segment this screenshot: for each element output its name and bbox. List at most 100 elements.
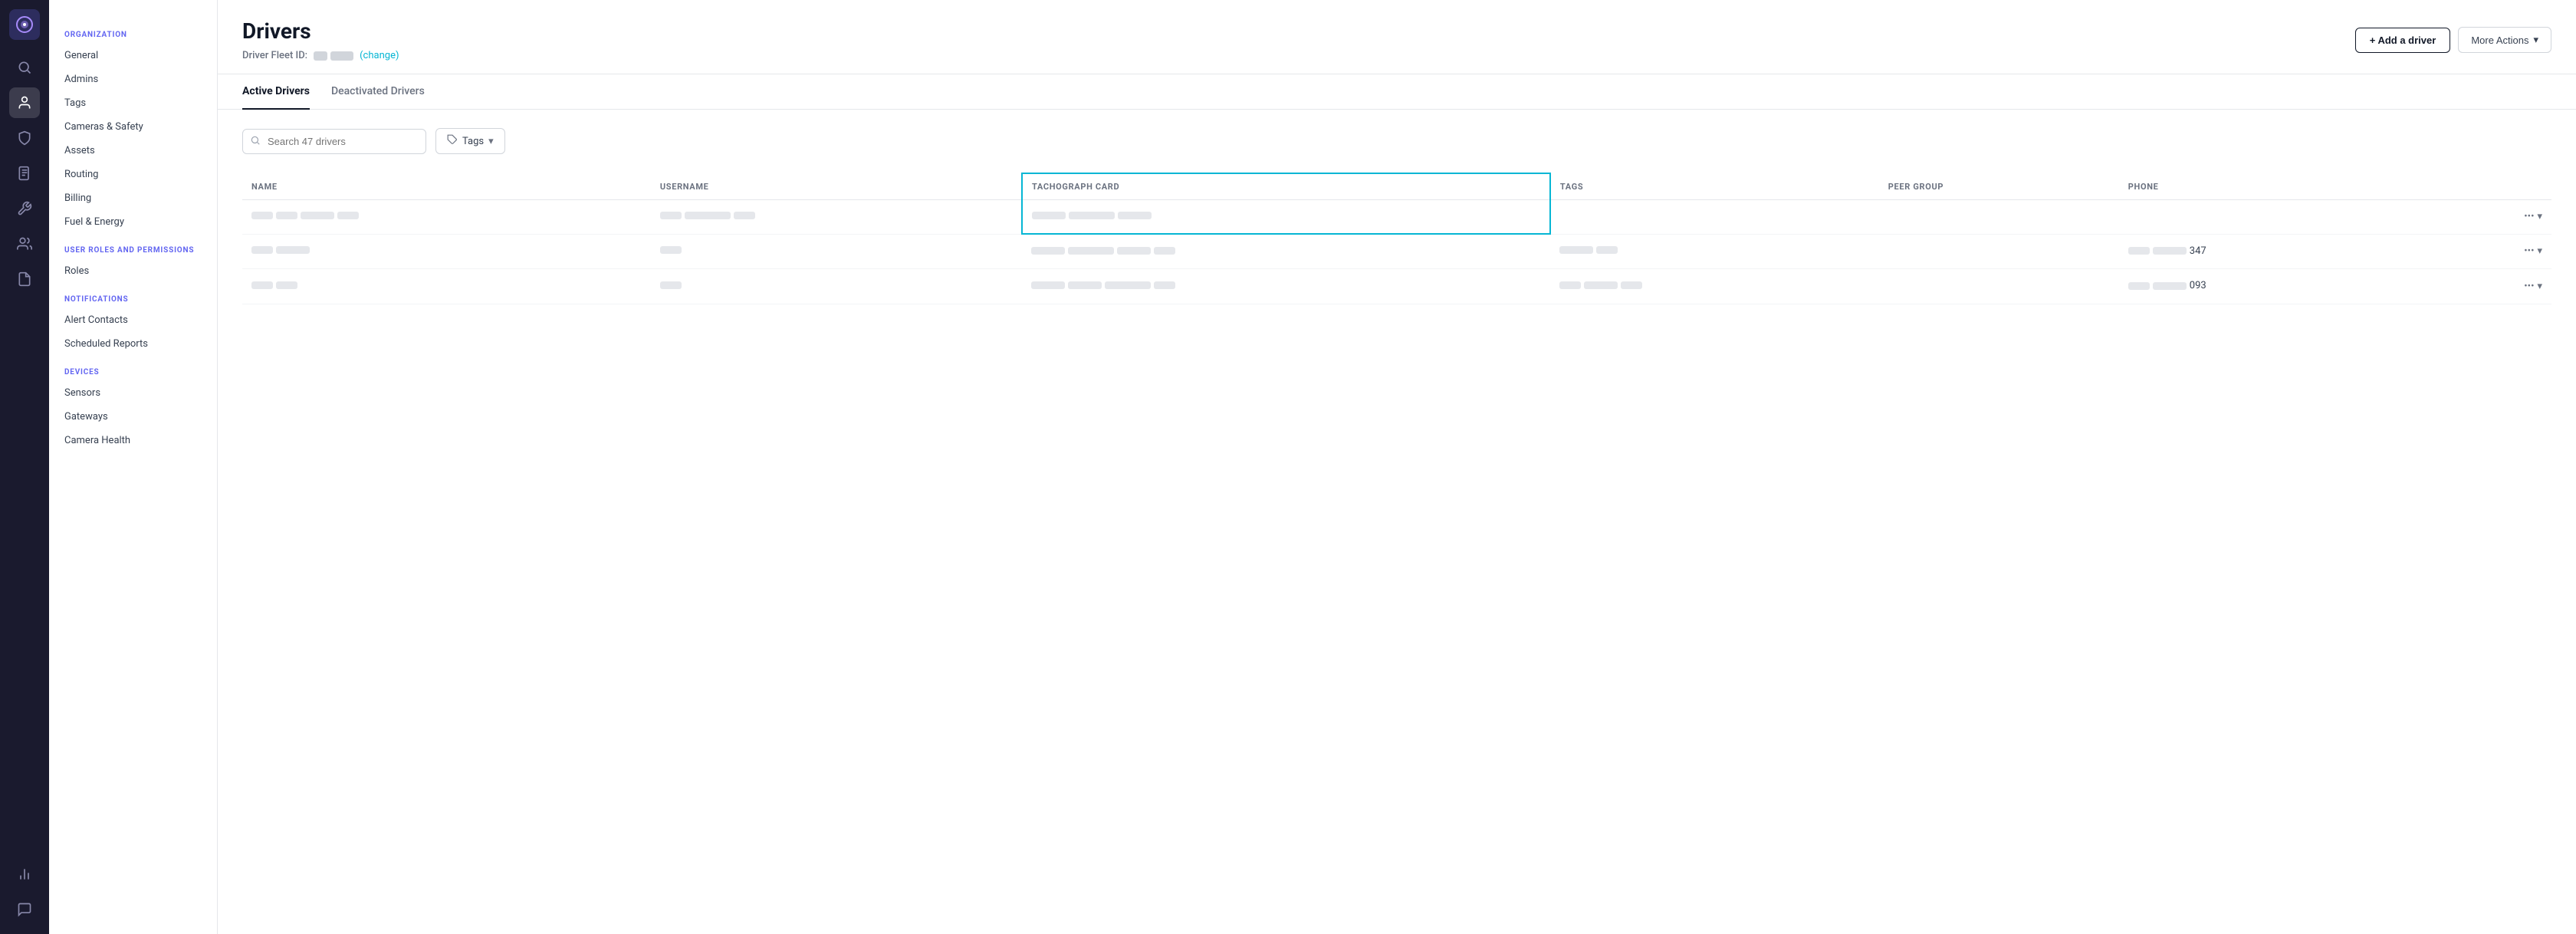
tags-chevron-icon: ▾ bbox=[488, 136, 494, 147]
analytics-nav-icon[interactable] bbox=[9, 859, 40, 890]
driver-phone-2: 347 bbox=[2119, 234, 2433, 269]
name2-blur-1 bbox=[251, 246, 273, 254]
tacho2-blur-2 bbox=[1068, 247, 1114, 255]
driver-peer-group-2 bbox=[1879, 234, 2119, 269]
sidebar-item-sensors[interactable]: Sensors bbox=[49, 381, 217, 405]
sidebar-item-alert-contacts[interactable]: Alert Contacts bbox=[49, 308, 217, 332]
document-nav-icon[interactable] bbox=[9, 158, 40, 189]
wrench-nav-icon[interactable] bbox=[9, 193, 40, 224]
sidebar-section-notifications: Notifications bbox=[49, 283, 217, 308]
change-fleet-id-link[interactable]: (change) bbox=[360, 50, 399, 61]
tacho2-blur-1 bbox=[1031, 247, 1065, 255]
tabs-bar: Active Drivers Deactivated Drivers bbox=[218, 74, 2576, 110]
col-tags: Tags bbox=[1550, 173, 1879, 200]
fleet-id-blurred-1 bbox=[314, 51, 327, 61]
chevron-down-icon: ▾ bbox=[2537, 211, 2542, 222]
sidebar-item-scheduled-reports[interactable]: Scheduled Reports bbox=[49, 332, 217, 356]
name-blur-1 bbox=[251, 212, 273, 219]
phone2-blur-1 bbox=[2128, 247, 2150, 255]
name-blur-4 bbox=[337, 212, 359, 219]
sidebar-section-user-roles: User Roles and Permissions bbox=[49, 234, 217, 259]
phone2-suffix: 347 bbox=[2190, 245, 2206, 257]
tacho-blur-3 bbox=[1118, 212, 1152, 219]
sidebar: Organization General Admins Tags Cameras… bbox=[49, 0, 218, 934]
tags3-blur-2 bbox=[1584, 281, 1618, 289]
chevron-down-icon: ▾ bbox=[2533, 34, 2538, 46]
driver-tags-1 bbox=[1550, 200, 1879, 235]
ellipsis-icon: ••• bbox=[2524, 281, 2534, 292]
driver-nav-icon[interactable] bbox=[9, 87, 40, 118]
search-wrapper bbox=[242, 129, 426, 154]
add-driver-button[interactable]: + Add a driver bbox=[2355, 28, 2451, 53]
app-logo[interactable] bbox=[9, 9, 40, 40]
user2-blur-1 bbox=[660, 246, 682, 254]
sidebar-item-general[interactable]: General bbox=[49, 44, 217, 67]
tags2-blur-1 bbox=[1559, 246, 1593, 254]
fleet-id-blurred-2 bbox=[330, 51, 353, 61]
row-actions-2[interactable]: ••• ▾ bbox=[2524, 245, 2542, 257]
chevron-down-icon: ▾ bbox=[2537, 245, 2542, 257]
driver-tachograph-2 bbox=[1022, 234, 1550, 269]
name3-blur-2 bbox=[276, 281, 297, 289]
driver-phone-1 bbox=[2119, 200, 2433, 235]
tacho3-blur-3 bbox=[1105, 281, 1151, 289]
sidebar-item-assets[interactable]: Assets bbox=[49, 139, 217, 163]
page-title: Drivers bbox=[242, 18, 399, 44]
username-blur-1 bbox=[660, 212, 682, 219]
chat-nav-icon[interactable] bbox=[9, 894, 40, 925]
sidebar-item-gateways[interactable]: Gateways bbox=[49, 405, 217, 429]
col-name: Name bbox=[242, 173, 651, 200]
phone3-blur-2 bbox=[2153, 282, 2187, 290]
tab-active-drivers[interactable]: Active Drivers bbox=[242, 74, 310, 110]
user3-blur-1 bbox=[660, 281, 682, 289]
safety-nav-icon[interactable] bbox=[9, 123, 40, 153]
driver-actions-2[interactable]: ••• ▾ bbox=[2433, 234, 2551, 269]
group-nav-icon[interactable] bbox=[9, 229, 40, 259]
report-nav-icon[interactable] bbox=[9, 264, 40, 294]
more-actions-button[interactable]: More Actions ▾ bbox=[2458, 27, 2551, 53]
sidebar-item-fuel-energy[interactable]: Fuel & Energy bbox=[49, 210, 217, 234]
search-input[interactable] bbox=[242, 129, 426, 154]
sidebar-item-routing[interactable]: Routing bbox=[49, 163, 217, 186]
driver-peer-group-3 bbox=[1879, 269, 2119, 304]
tags3-blur-3 bbox=[1621, 281, 1642, 289]
tacho2-blur-3 bbox=[1117, 247, 1151, 255]
sidebar-item-billing[interactable]: Billing bbox=[49, 186, 217, 210]
ellipsis-icon: ••• bbox=[2524, 245, 2534, 257]
sidebar-item-roles[interactable]: Roles bbox=[49, 259, 217, 283]
driver-actions-3[interactable]: ••• ▾ bbox=[2433, 269, 2551, 304]
search-icon bbox=[250, 134, 261, 149]
name-blur-2 bbox=[276, 212, 297, 219]
col-username: Username bbox=[651, 173, 1022, 200]
tacho2-blur-4 bbox=[1154, 247, 1175, 255]
driver-name-2 bbox=[242, 234, 651, 269]
driver-actions-1[interactable]: ••• ▾ bbox=[2433, 200, 2551, 235]
fleet-id-value bbox=[314, 51, 353, 61]
phone3-blur-1 bbox=[2128, 282, 2150, 290]
tags-filter-label: Tags bbox=[462, 136, 484, 147]
search-nav-icon[interactable] bbox=[9, 52, 40, 83]
tab-deactivated-drivers[interactable]: Deactivated Drivers bbox=[331, 74, 425, 110]
tacho3-blur-2 bbox=[1068, 281, 1102, 289]
filter-bar: Tags ▾ bbox=[242, 128, 2551, 154]
header-actions: + Add a driver More Actions ▾ bbox=[2355, 27, 2551, 53]
driver-tachograph-3 bbox=[1022, 269, 1550, 304]
tags2-blur-2 bbox=[1596, 246, 1618, 254]
driver-name-1 bbox=[242, 200, 651, 235]
driver-username-1 bbox=[651, 200, 1022, 235]
sidebar-item-admins[interactable]: Admins bbox=[49, 67, 217, 91]
page-header: Drivers Driver Fleet ID: (change) + Add … bbox=[218, 0, 2576, 74]
name-blur-3 bbox=[301, 212, 334, 219]
col-peer-group: Peer Group bbox=[1879, 173, 2119, 200]
driver-tags-3 bbox=[1550, 269, 1879, 304]
row-actions-1[interactable]: ••• ▾ bbox=[2524, 211, 2542, 222]
tags-filter[interactable]: Tags ▾ bbox=[435, 128, 505, 154]
tacho-blur-1 bbox=[1032, 212, 1066, 219]
sidebar-item-camera-health[interactable]: Camera Health bbox=[49, 429, 217, 452]
table-header-row: Name Username Tachograph Card Tags Peer … bbox=[242, 173, 2551, 200]
sidebar-item-cameras-safety[interactable]: Cameras & Safety bbox=[49, 115, 217, 139]
tacho3-blur-4 bbox=[1154, 281, 1175, 289]
col-phone: Phone bbox=[2119, 173, 2433, 200]
sidebar-item-tags[interactable]: Tags bbox=[49, 91, 217, 115]
row-actions-3[interactable]: ••• ▾ bbox=[2524, 281, 2542, 292]
